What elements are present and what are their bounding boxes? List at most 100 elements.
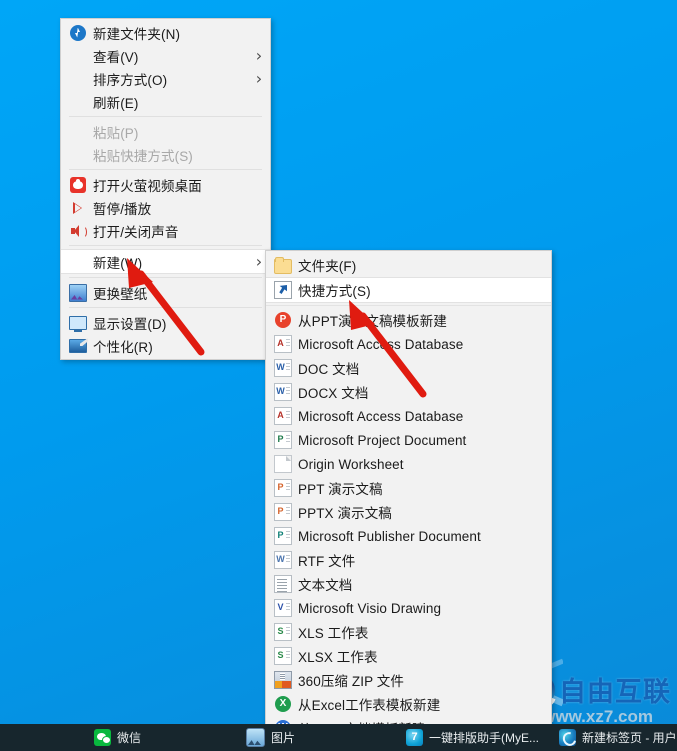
context-menu-item-0[interactable]: 新建文件夹(N): [61, 21, 270, 44]
taskbar-item-3[interactable]: 新建标签页 - 用户: [553, 724, 677, 751]
menu-item-label: 从PPT演示文稿模板新建: [298, 314, 447, 329]
menu-item-label: 新建(W): [93, 255, 143, 271]
menu-item-icon-slot: [63, 48, 93, 64]
menu-separator: [69, 307, 262, 308]
context-menu-item-10[interactable]: 打开/关闭声音: [61, 219, 270, 242]
taskbar[interactable]: 微信 图片 7 一键排版助手(MyE... 新建标签页 - 用户: [0, 724, 677, 751]
menu-separator: [69, 169, 262, 170]
origin-worksheet-icon: [274, 455, 292, 473]
menu-item-label: XLSX 工作表: [298, 650, 378, 665]
rtf-icon: W: [274, 551, 292, 569]
menu-item-label: 暂停/播放: [93, 201, 152, 217]
context-menu-item-1[interactable]: 查看(V) ›: [61, 44, 270, 67]
new-submenu-item-4[interactable]: A Microsoft Access Database: [266, 332, 551, 356]
new-submenu-item-15[interactable]: V Microsoft Visio Drawing: [266, 596, 551, 620]
context-menu-item-5: 粘贴(P): [61, 120, 270, 143]
menu-item-label: 360压缩 ZIP 文件: [298, 674, 404, 689]
new-submenu-item-9[interactable]: Origin Worksheet: [266, 452, 551, 476]
context-menu-item-12[interactable]: 新建(W) ›: [61, 249, 270, 274]
menu-item-icon-slot: [268, 455, 298, 473]
menu-item-icon-slot: [63, 124, 93, 140]
publisher-icon: P: [274, 527, 292, 545]
menu-item-icon-slot: A: [268, 407, 298, 425]
menu-item-label: Microsoft Access Database: [298, 408, 464, 424]
context-menu-item-16[interactable]: 显示设置(D): [61, 311, 270, 334]
new-submenu-item-11[interactable]: P PPTX 演示文稿: [266, 500, 551, 524]
menu-separator: [266, 305, 551, 306]
menu-separator: [69, 245, 262, 246]
taskbar-item-label: 新建标签页 - 用户: [582, 731, 677, 745]
taskbar-item-2[interactable]: 7 一键排版助手(MyE...: [400, 724, 545, 751]
menu-item-label: RTF 文件: [298, 554, 356, 569]
new-submenu-item-10[interactable]: P PPT 演示文稿: [266, 476, 551, 500]
menu-item-label: 文本文档: [298, 578, 353, 593]
monitor-icon: [69, 316, 87, 332]
menu-item-icon-slot: W: [268, 551, 298, 569]
menu-item-icon-slot: [63, 338, 93, 353]
menu-item-icon-slot: P: [268, 503, 298, 521]
context-menu-item-8[interactable]: 打开火萤视频桌面: [61, 173, 270, 196]
play-pause-icon: [71, 201, 85, 215]
new-submenu-item-1[interactable]: 快捷方式(S): [266, 277, 551, 303]
menu-separator: [69, 116, 262, 117]
new-submenu-item-8[interactable]: P Microsoft Project Document: [266, 428, 551, 452]
wps-excel-icon: X: [275, 696, 291, 712]
new-submenu-item-19[interactable]: X 从Excel工作表模板新建: [266, 692, 551, 716]
menu-item-icon-slot: X: [268, 696, 298, 712]
menu-item-label: Microsoft Visio Drawing: [298, 600, 442, 616]
desktop-context-menu[interactable]: 新建文件夹(N) 查看(V) › 排序方式(O) › 刷新(E) 粘贴(P) 粘贴快捷方式(S…: [60, 18, 271, 360]
access-mdb-icon: A: [274, 335, 292, 353]
new-submenu[interactable]: 文件夹(F) 快捷方式(S) P 从PPT演示文稿模板新建 A Microsoft Acc…: [265, 250, 552, 743]
new-submenu-item-6[interactable]: W DOCX 文档: [266, 380, 551, 404]
menu-item-label: 更换壁纸: [93, 286, 148, 302]
menu-item-label: 查看(V): [93, 49, 139, 65]
project-icon: P: [274, 431, 292, 449]
new-submenu-item-13[interactable]: W RTF 文件: [266, 548, 551, 572]
menu-item-icon-slot: W: [268, 383, 298, 401]
context-menu-item-9[interactable]: 暂停/播放: [61, 196, 270, 219]
text-document-icon: [274, 575, 292, 593]
new-submenu-item-14[interactable]: 文本文档: [266, 572, 551, 596]
menu-item-icon-slot: [63, 147, 93, 163]
menu-item-icon-slot: P: [268, 527, 298, 545]
powerpoint-pptx-icon: P: [274, 503, 292, 521]
menu-item-label: 新建文件夹(N): [93, 26, 181, 42]
new-submenu-item-5[interactable]: W DOC 文档: [266, 356, 551, 380]
new-submenu-item-0[interactable]: 文件夹(F): [266, 253, 551, 277]
chevron-right-icon: ›: [255, 69, 263, 88]
new-submenu-item-7[interactable]: A Microsoft Access Database: [266, 404, 551, 428]
menu-item-icon-slot: P: [268, 479, 298, 497]
taskbar-item-label: 微信: [117, 731, 142, 745]
menu-item-label: 粘贴(P): [93, 125, 139, 141]
menu-item-icon-slot: [63, 71, 93, 87]
taskbar-item-1[interactable]: 图片: [240, 724, 301, 751]
menu-item-label: Microsoft Access Database: [298, 336, 464, 352]
new-submenu-item-18[interactable]: 360压缩 ZIP 文件: [266, 668, 551, 692]
menu-item-icon-slot: [63, 94, 93, 110]
shortcut-icon: [274, 281, 292, 299]
context-menu-item-3[interactable]: 刷新(E): [61, 90, 270, 113]
context-menu-item-6: 粘贴快捷方式(S): [61, 143, 270, 166]
menu-item-label: 粘贴快捷方式(S): [93, 148, 193, 164]
menu-item-icon-slot: [268, 575, 298, 593]
taskbar-item-label: 图片: [271, 731, 296, 745]
context-menu-item-2[interactable]: 排序方式(O) ›: [61, 67, 270, 90]
taskbar-item-0[interactable]: 微信: [88, 724, 147, 751]
new-submenu-item-12[interactable]: P Microsoft Publisher Document: [266, 524, 551, 548]
menu-item-icon-slot: [268, 281, 298, 299]
menu-item-label: DOC 文档: [298, 362, 360, 377]
context-menu-item-17[interactable]: 个性化(R): [61, 334, 270, 357]
menu-item-label: Origin Worksheet: [298, 456, 404, 472]
menu-item-icon-slot: [63, 283, 93, 302]
menu-item-label: XLS 工作表: [298, 626, 369, 641]
personalize-icon: [69, 339, 87, 353]
new-submenu-item-3[interactable]: P 从PPT演示文稿模板新建: [266, 308, 551, 332]
firefly-video-icon: [70, 176, 86, 193]
menu-item-label: 从Excel工作表模板新建: [298, 698, 441, 713]
new-submenu-item-16[interactable]: S XLS 工作表: [266, 620, 551, 644]
sound-icon: [70, 224, 87, 238]
new-submenu-item-17[interactable]: S XLSX 工作表: [266, 644, 551, 668]
context-menu-item-14[interactable]: 更换壁纸: [61, 281, 270, 304]
taskbar-item-label: 一键排版助手(MyE...: [429, 731, 539, 745]
menu-item-icon-slot: [63, 24, 93, 41]
